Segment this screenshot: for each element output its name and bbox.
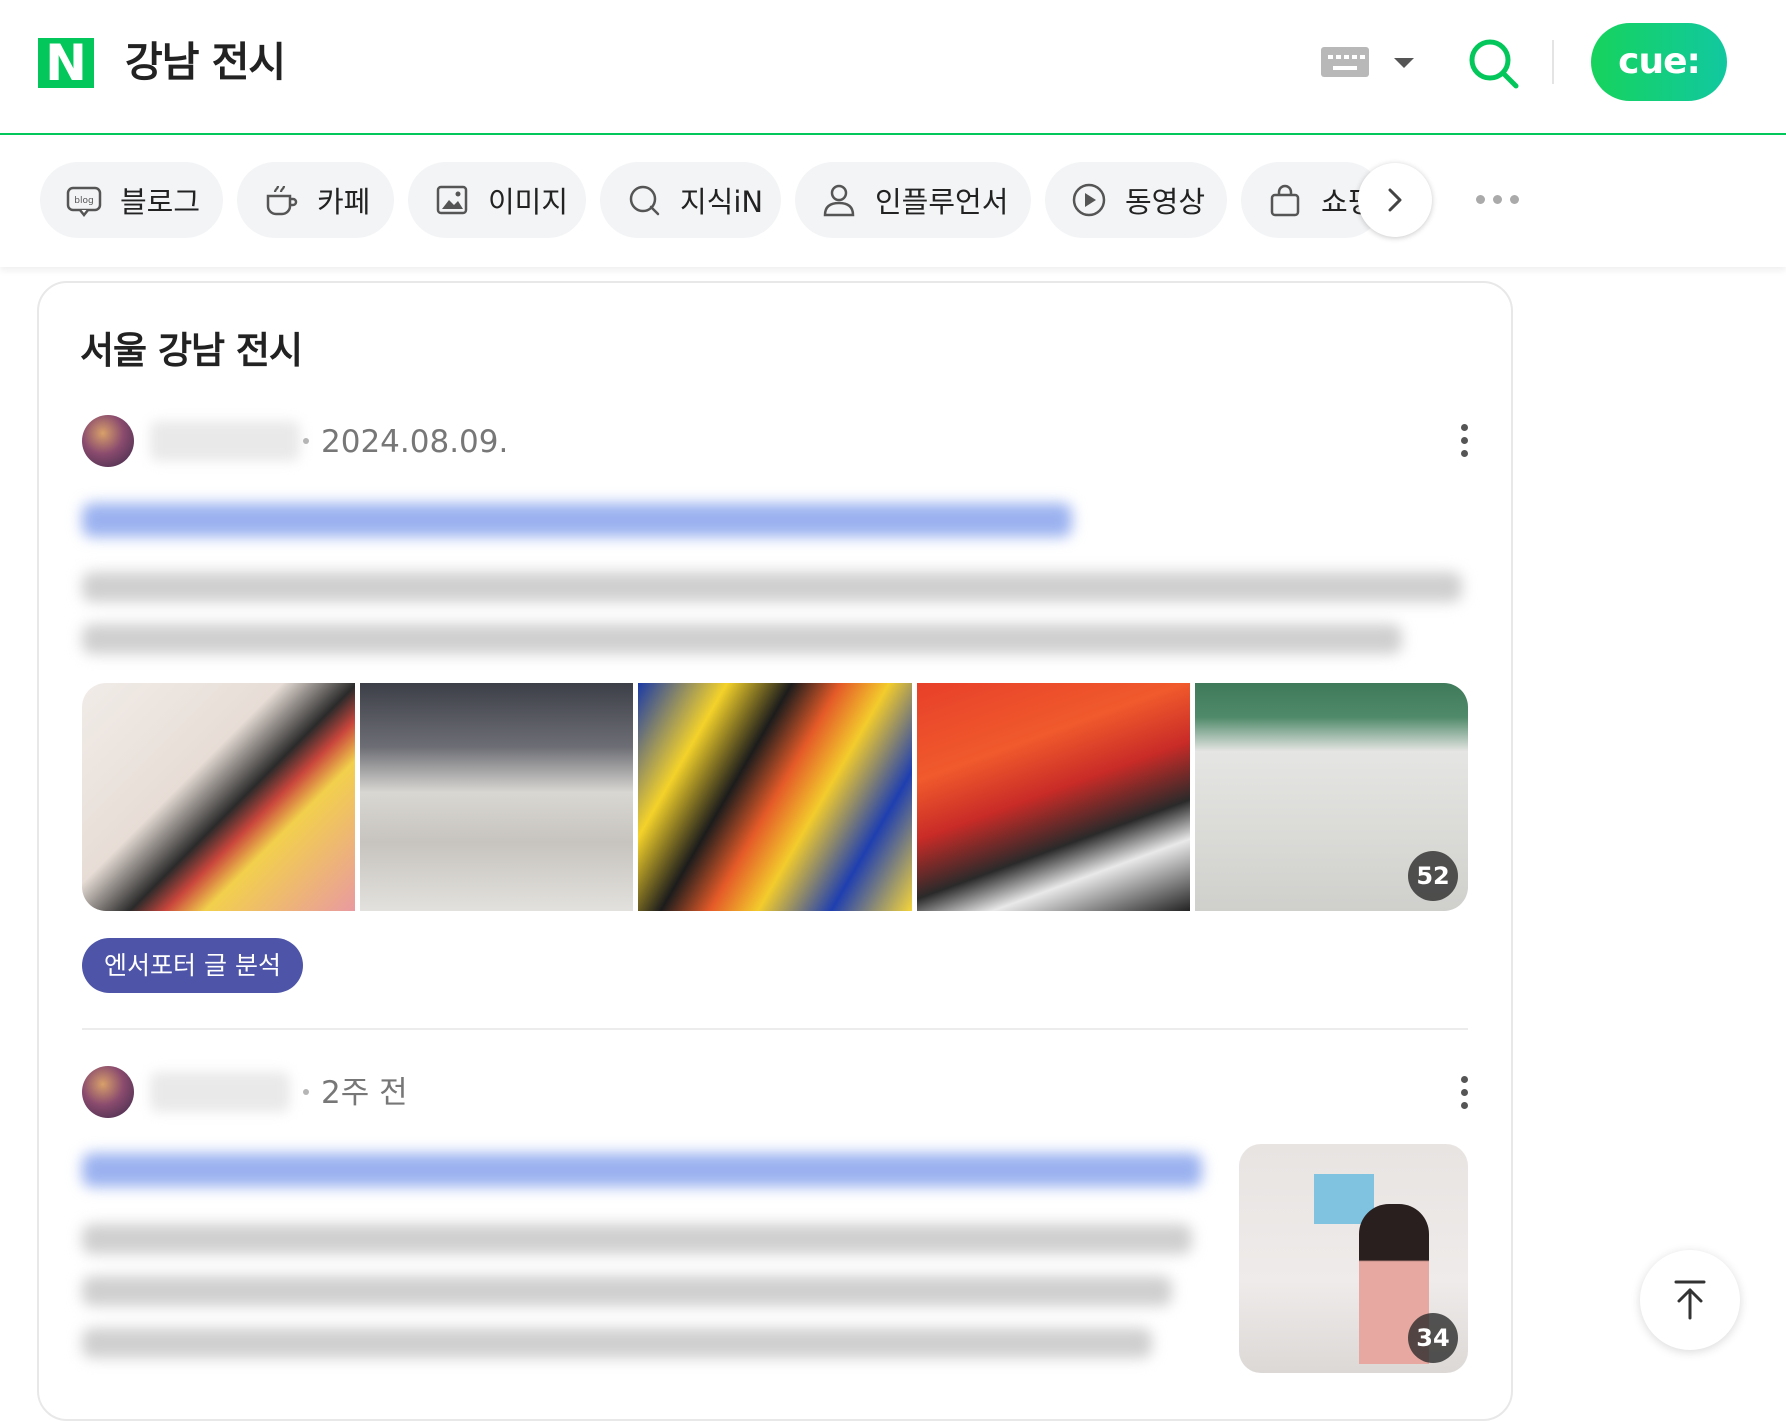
search-tab-bar: blog 블로그 카페 이미지 지식iN 인플루언서 동영상 쇼핑 <box>0 137 1786 267</box>
post-date: 2024.08.09. <box>321 424 509 460</box>
tab-label: 블로그 <box>120 185 201 219</box>
post-snippet-blurred[interactable] <box>82 1328 1152 1358</box>
separator-dot <box>303 1089 309 1095</box>
tab-label: 카페 <box>317 185 371 219</box>
more-tabs-icon[interactable] <box>1476 195 1519 204</box>
naver-logo[interactable]: N <box>38 38 94 88</box>
blog-icon: blog <box>66 186 102 218</box>
tab-video[interactable]: 동영상 <box>1045 162 1227 238</box>
scroll-to-top-button[interactable] <box>1640 1250 1740 1350</box>
chevron-right-icon <box>1388 188 1402 212</box>
post-divider <box>82 1028 1468 1030</box>
tab-blog[interactable]: blog 블로그 <box>40 162 223 238</box>
gallery-image[interactable] <box>638 683 912 911</box>
gallery-image[interactable]: 52 <box>1194 683 1468 911</box>
tab-image[interactable]: 이미지 <box>408 162 586 238</box>
post-snippet-blurred[interactable] <box>82 1224 1192 1254</box>
tab-kin[interactable]: 지식iN <box>600 162 781 238</box>
post-snippet-blurred[interactable] <box>82 572 1462 602</box>
tab-influencer[interactable]: 인플루언서 <box>795 162 1031 238</box>
post-snippet-blurred[interactable] <box>82 1276 1172 1306</box>
search-icon[interactable] <box>1466 36 1520 90</box>
post-image-gallery[interactable]: 52 <box>82 683 1468 911</box>
play-icon <box>1072 183 1106 217</box>
section-title: 서울 강남 전시 <box>80 329 303 372</box>
post-snippet-blurred[interactable] <box>82 624 1402 654</box>
author-name-blurred[interactable] <box>150 1072 290 1112</box>
post-date: 2주 전 <box>321 1075 408 1111</box>
header-divider <box>1552 40 1554 84</box>
post-title-blurred[interactable] <box>82 1153 1202 1187</box>
tab-label: 동영상 <box>1125 185 1206 219</box>
photo-count-badge: 52 <box>1408 851 1459 901</box>
tab-label: 이미지 <box>488 185 569 219</box>
tabs-next-button[interactable] <box>1358 163 1432 237</box>
photo-count-badge: 34 <box>1408 1313 1458 1363</box>
image-icon <box>436 185 468 215</box>
more-options-icon[interactable] <box>1459 1076 1469 1116</box>
search-query[interactable]: 강남 전시 <box>125 34 286 90</box>
arrow-up-icon <box>1674 1280 1706 1320</box>
person-icon <box>823 184 855 217</box>
tab-label: 인플루언서 <box>875 185 1009 219</box>
more-options-icon[interactable] <box>1459 424 1469 464</box>
chevron-down-icon[interactable] <box>1394 58 1414 68</box>
gallery-image[interactable] <box>360 683 634 911</box>
keyboard-icon[interactable] <box>1321 47 1369 77</box>
tab-label: 지식iN <box>680 185 764 219</box>
author-name-blurred[interactable] <box>150 421 300 461</box>
search-header: N 강남 전시 cue: <box>0 0 1786 135</box>
gallery-image[interactable] <box>916 683 1190 911</box>
cup-icon <box>266 185 298 216</box>
insight-analysis-button[interactable]: 엔서포터 글 분석 <box>82 938 303 993</box>
avatar[interactable] <box>82 415 134 467</box>
q-icon <box>629 185 660 216</box>
svg-text:blog: blog <box>74 196 93 206</box>
tab-cafe[interactable]: 카페 <box>237 162 394 238</box>
separator-dot <box>303 438 309 444</box>
cue-button[interactable]: cue: <box>1591 23 1727 101</box>
bag-icon <box>1270 184 1300 217</box>
avatar[interactable] <box>82 1066 134 1118</box>
gallery-image[interactable] <box>82 683 356 911</box>
post-title-blurred[interactable] <box>82 503 1072 537</box>
post-thumbnail[interactable]: 34 <box>1239 1144 1468 1373</box>
